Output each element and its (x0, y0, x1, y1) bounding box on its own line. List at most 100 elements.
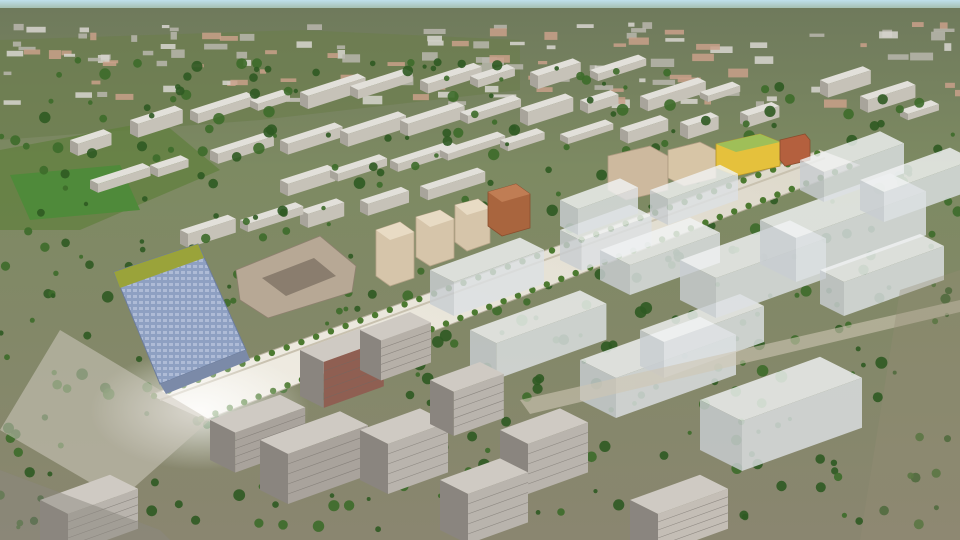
tree (88, 100, 93, 105)
tree (613, 499, 625, 511)
tree (39, 165, 49, 175)
tree (150, 478, 159, 487)
tree (273, 133, 277, 138)
tree (263, 106, 275, 118)
tree (384, 134, 392, 142)
tree (325, 132, 331, 138)
tree (557, 508, 565, 516)
tree (197, 146, 208, 157)
distant-building (544, 31, 558, 40)
street-tree (572, 269, 579, 277)
distant-building (219, 36, 238, 41)
tree (354, 305, 361, 312)
tree (201, 233, 211, 244)
distant-building (204, 43, 228, 50)
distant-building (650, 58, 675, 67)
tree (875, 356, 888, 369)
distant-building (12, 41, 22, 47)
tree (411, 161, 420, 171)
tree (508, 124, 521, 136)
tree (253, 142, 265, 155)
tree (22, 142, 30, 150)
street-tree (558, 275, 565, 282)
tree (99, 114, 108, 123)
distant-building (628, 37, 649, 45)
distant-building (97, 91, 108, 97)
tree (467, 431, 478, 442)
tree (133, 58, 142, 68)
distant-building (955, 89, 960, 97)
distant-building (613, 43, 627, 47)
tree (430, 65, 437, 72)
tree (39, 111, 51, 124)
tree (491, 119, 498, 125)
tree (148, 112, 155, 119)
tree (60, 169, 70, 179)
tree (499, 77, 504, 82)
distant-building (427, 40, 444, 46)
street-tree (401, 301, 408, 308)
tree (366, 497, 371, 501)
tree (869, 121, 880, 131)
tree (596, 169, 607, 181)
distant-building (131, 35, 138, 42)
distant-building (230, 79, 248, 86)
tree (761, 85, 770, 94)
distant-building (628, 22, 635, 27)
distant-building (160, 44, 176, 49)
tree (24, 227, 33, 236)
tree (24, 467, 35, 478)
tree (61, 238, 70, 248)
tree (599, 440, 611, 452)
tree (83, 331, 92, 340)
tree (233, 489, 246, 501)
tree (326, 222, 331, 227)
tree (266, 124, 278, 136)
distant-building (944, 43, 952, 51)
distant-building (115, 93, 134, 100)
tree (13, 447, 23, 457)
tree (272, 501, 279, 508)
tree (830, 459, 838, 466)
tree (101, 291, 114, 303)
tree (336, 307, 343, 315)
distant-building (79, 27, 89, 33)
tree (415, 372, 421, 377)
tree (664, 99, 676, 111)
tree (771, 122, 777, 129)
distant-building (6, 50, 24, 57)
distant-building (664, 29, 684, 35)
tree (785, 94, 795, 104)
distant-building (13, 23, 24, 31)
tree (610, 111, 617, 117)
distant-building (265, 50, 277, 55)
tree (375, 526, 381, 533)
tree (523, 298, 531, 306)
distant-building (910, 52, 934, 61)
tree (928, 230, 936, 238)
tree (62, 185, 69, 191)
tree (348, 253, 354, 259)
tree (623, 85, 628, 90)
distant-building (728, 68, 749, 78)
tree (895, 105, 904, 114)
tree (488, 93, 494, 99)
street-tree (731, 208, 738, 215)
distant-building (639, 78, 646, 83)
street-tree (486, 303, 493, 310)
tree (950, 132, 955, 137)
tree (457, 59, 466, 69)
tree (353, 177, 366, 189)
distant-building (169, 27, 179, 32)
distant-building (652, 79, 676, 85)
street-tree (745, 202, 752, 209)
tree (492, 60, 503, 71)
distant-building (754, 56, 774, 64)
tree (136, 141, 148, 152)
street-tree (442, 320, 450, 327)
distant-building (576, 24, 594, 28)
distant-building (766, 96, 777, 102)
tree (376, 181, 383, 188)
tree (407, 59, 415, 67)
tree (47, 471, 53, 477)
